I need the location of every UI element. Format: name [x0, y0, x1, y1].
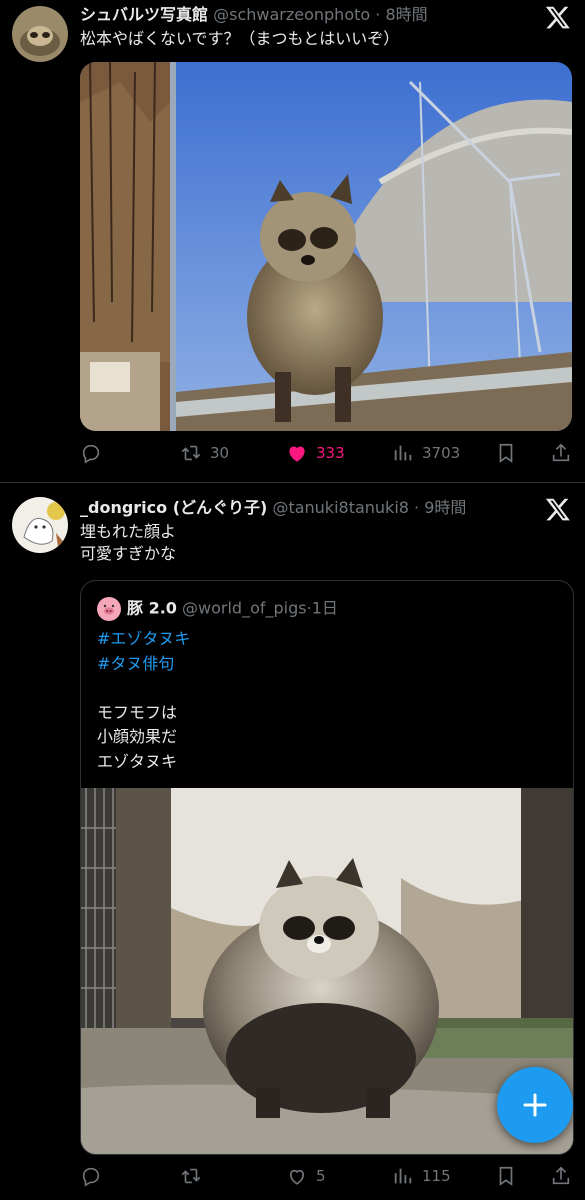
reply-button[interactable]: [80, 1163, 110, 1189]
tweet-header: _dongrico (どんぐり子) @tanuki8tanuki8 · 9時間: [80, 497, 537, 519]
handle[interactable]: @tanuki8tanuki8: [272, 498, 409, 517]
display-name[interactable]: _dongrico (どんぐり子): [80, 498, 267, 517]
tweet[interactable]: _dongrico (どんぐり子) @tanuki8tanuki8 · 9時間 …: [0, 483, 585, 1200]
x-logo-icon: [545, 496, 571, 522]
like-button[interactable]: 333: [286, 440, 345, 466]
retweet-count: 30: [210, 444, 230, 462]
views-button[interactable]: 3703: [392, 440, 460, 466]
handle[interactable]: @schwarzeonphoto: [213, 5, 370, 24]
reply-button[interactable]: [80, 440, 110, 466]
retweet-button[interactable]: 30: [180, 440, 229, 466]
tweet-text: 埋もれた顔よ 可愛すぎかな: [80, 521, 569, 565]
views-count: 115: [422, 1167, 451, 1185]
compose-button[interactable]: [497, 1067, 573, 1143]
share-icon: [552, 443, 570, 462]
like-count: 5: [316, 1167, 326, 1185]
like-button[interactable]: 5: [286, 1163, 326, 1189]
views-button[interactable]: 115: [392, 1163, 451, 1189]
quoted-tweet-header: 豚 2.0 @world_of_pigs·1日: [97, 597, 338, 621]
tweet-text-line: 埋もれた顔よ: [80, 522, 177, 541]
reply-icon: [82, 444, 100, 464]
dot-separator: ·: [370, 5, 386, 24]
tweet[interactable]: シュバルツ写真館 @schwarzeonphoto · 8時間 松本やばくないで…: [0, 0, 585, 482]
views-bar-chart-icon: [394, 445, 412, 461]
avatar[interactable]: [12, 497, 68, 553]
bookmark-button[interactable]: [495, 440, 517, 466]
retweet-icon: [181, 445, 201, 461]
quoted-handle[interactable]: @world_of_pigs: [182, 599, 307, 618]
tweet-photo[interactable]: [80, 62, 572, 431]
hashtag-link[interactable]: #タヌ俳句: [97, 652, 190, 677]
retweet-button[interactable]: [180, 1163, 210, 1189]
quoted-tweet-text: #エゾタヌキ #タヌ俳句 モフモフは 小顔効果だ エゾタヌキ: [97, 627, 190, 774]
views-count: 3703: [422, 444, 461, 462]
views-bar-chart-icon: [394, 1168, 412, 1184]
dot-separator: ·: [408, 498, 425, 517]
tweet-header: シュバルツ写真館 @schwarzeonphoto · 8時間: [80, 4, 537, 26]
quoted-display-name[interactable]: 豚 2.0: [127, 599, 177, 618]
bookmark-icon: [499, 443, 513, 463]
tweet-text-line: 可愛すぎかな: [80, 544, 177, 563]
bookmark-button[interactable]: [495, 1163, 517, 1189]
x-logo-icon: [545, 4, 571, 30]
tweet-text: 松本やばくないです？（まつもとはいいぞ）: [80, 29, 400, 48]
tweet-actions: 30 333 3703: [80, 440, 572, 466]
pig-avatar-icon[interactable]: [97, 597, 121, 621]
share-button[interactable]: [550, 1163, 572, 1189]
hashtag-link[interactable]: #エゾタヌキ: [97, 627, 190, 652]
quoted-tweet[interactable]: 豚 2.0 @world_of_pigs·1日 #エゾタヌキ #タヌ俳句 モフモ…: [80, 580, 574, 1155]
tweet-actions: 5 115: [80, 1163, 572, 1189]
quoted-text-line: 小顔効果だ: [97, 727, 178, 746]
timestamp[interactable]: 9時間: [424, 498, 466, 517]
quoted-text-line: エゾタヌキ: [97, 751, 178, 771]
timestamp[interactable]: 8時間: [385, 5, 427, 24]
heart-icon: [290, 1169, 304, 1185]
avatar[interactable]: [12, 6, 68, 62]
heart-filled-icon: [289, 446, 305, 462]
quoted-text-line: モフモフは: [97, 702, 178, 722]
display-name[interactable]: シュバルツ写真館: [80, 5, 208, 24]
plus-icon: [523, 1093, 547, 1117]
reply-icon: [82, 1167, 100, 1187]
share-button[interactable]: [550, 440, 572, 466]
bookmark-icon: [499, 1166, 513, 1186]
retweet-icon: [181, 1168, 201, 1184]
like-count: 333: [316, 444, 345, 462]
quoted-timestamp: 1日: [311, 598, 338, 618]
share-icon: [552, 1166, 570, 1185]
